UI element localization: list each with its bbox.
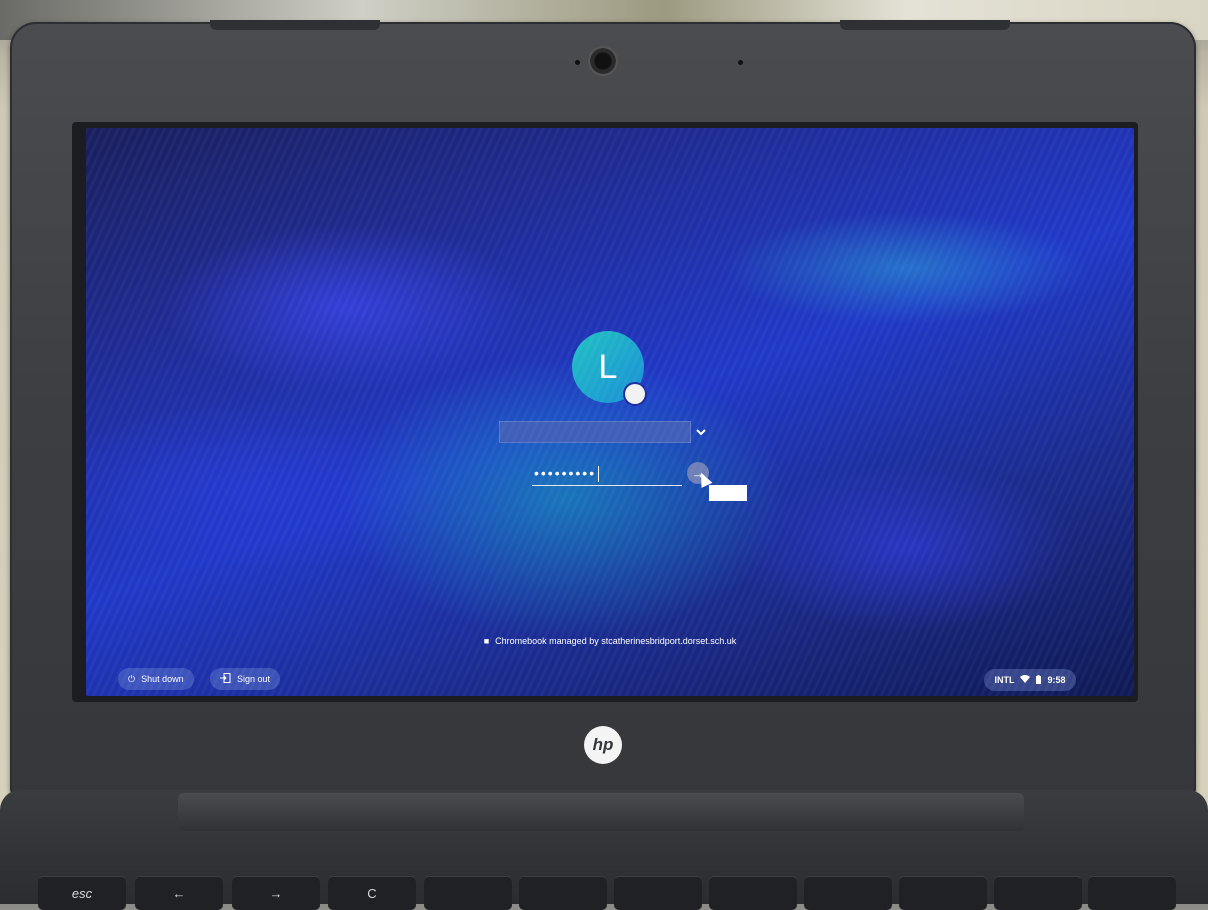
text-caret: [598, 466, 600, 483]
key-overview[interactable]: [519, 876, 607, 910]
password-field[interactable]: •••••••••: [532, 460, 682, 486]
sign-out-icon: [220, 673, 231, 685]
lid-tab-right: [840, 20, 1010, 30]
brand-logo-text: hp: [592, 735, 614, 754]
power-icon: ⏻: [128, 673, 136, 684]
shutdown-label: Shut down: [141, 674, 184, 684]
username-field[interactable]: [499, 421, 691, 443]
tooltip: [709, 485, 747, 501]
shutdown-button[interactable]: ⏻ Shut down: [118, 668, 194, 690]
key-mute[interactable]: [804, 876, 892, 910]
key-fullscreen[interactable]: [424, 876, 512, 910]
webcam: [588, 46, 618, 76]
lid-tab-left: [210, 20, 380, 30]
chevron-down-icon[interactable]: [692, 421, 710, 443]
mic-dot-left: [575, 60, 580, 65]
login-screen: L ••••••••• → ■ Chromebook managed by stc…: [86, 128, 1134, 696]
managed-note-text: Chromebook managed by stcatherinesbridpo…: [495, 636, 737, 646]
clock-time: 9:58: [1047, 675, 1066, 685]
key-power[interactable]: [1088, 876, 1176, 910]
input-method-label: INTL: [994, 675, 1015, 685]
password-dots: •••••••••: [534, 465, 597, 481]
wifi-icon: [1020, 675, 1031, 685]
key-refresh[interactable]: C: [328, 876, 416, 910]
avatar-initial: L: [598, 347, 618, 386]
hp-logo: hp: [584, 726, 622, 764]
sign-out-button[interactable]: Sign out: [210, 668, 281, 690]
key-back[interactable]: ←: [135, 876, 223, 910]
laptop-hinge: [178, 793, 1024, 831]
key-brightness-up[interactable]: [709, 876, 797, 910]
building-icon: ■: [483, 636, 490, 646]
managed-notice: ■ Chromebook managed by stcatherinesbridp…: [86, 636, 1134, 646]
sign-out-label: Sign out: [237, 674, 271, 684]
key-volume-down[interactable]: [899, 876, 987, 910]
mic-dot-right: [738, 60, 743, 65]
key-brightness-down[interactable]: [614, 876, 702, 910]
key-forward[interactable]: →: [232, 876, 320, 910]
key-esc[interactable]: esc: [38, 876, 126, 910]
status-tray[interactable]: INTL 9:58: [984, 669, 1076, 691]
key-volume-up[interactable]: [994, 876, 1082, 910]
avatar-status-dot: [625, 384, 645, 404]
battery-icon: [1036, 674, 1042, 686]
